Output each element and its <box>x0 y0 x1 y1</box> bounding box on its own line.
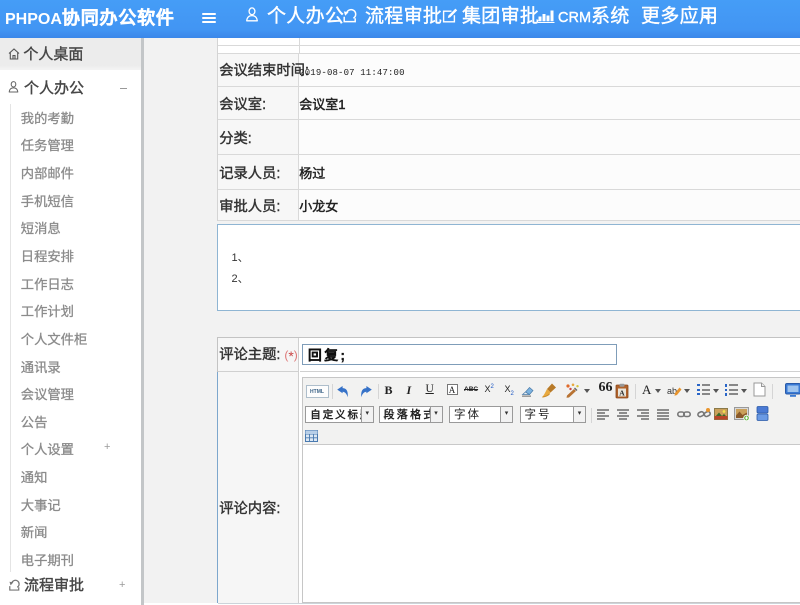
svg-text:A: A <box>619 388 625 397</box>
